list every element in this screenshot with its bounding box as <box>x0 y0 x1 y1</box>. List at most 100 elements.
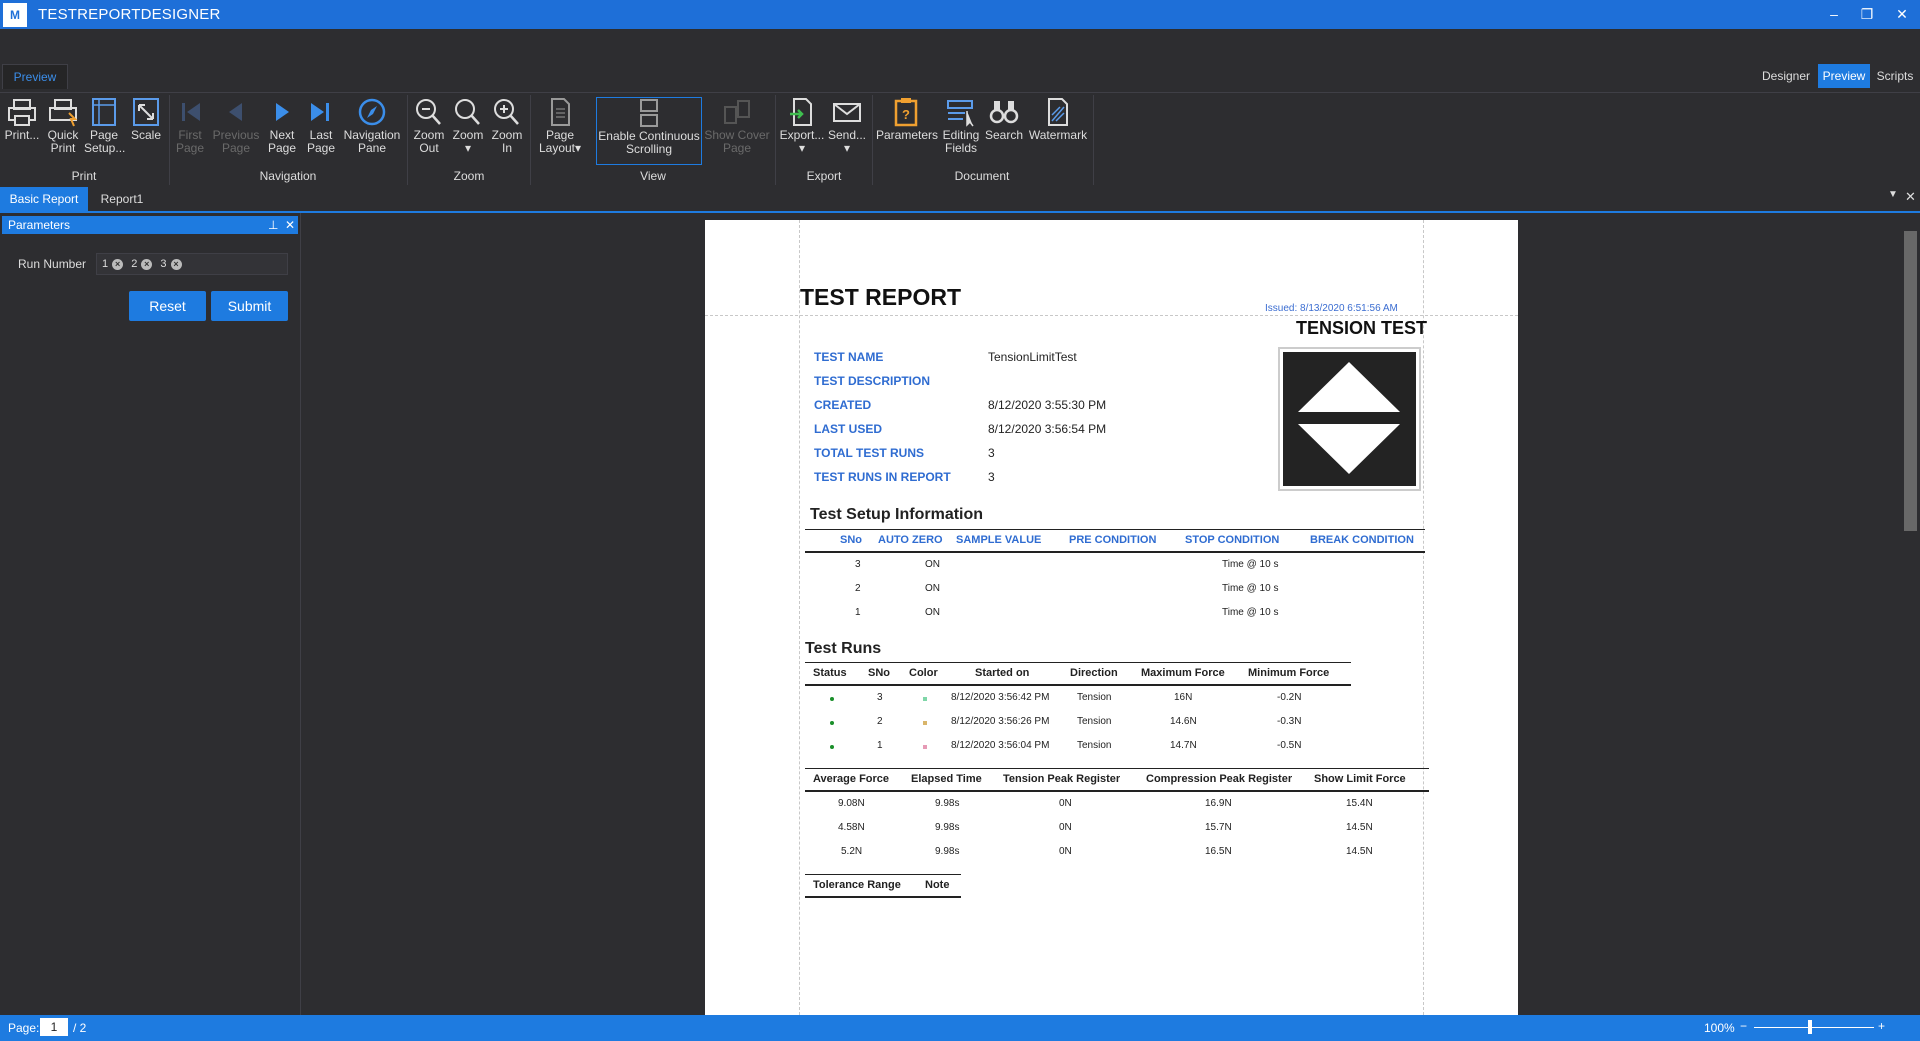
tab-list-chevron-icon[interactable]: ▼ <box>1888 189 1898 200</box>
table-cell: Tension <box>1077 716 1112 727</box>
first-page-button[interactable]: First Page <box>172 97 208 155</box>
submit-button[interactable]: Submit <box>211 291 288 321</box>
table-cell: 1 <box>855 607 861 618</box>
close-tab-icon[interactable]: ✕ <box>1905 189 1916 205</box>
print-button[interactable]: Print... <box>2 97 42 142</box>
status-bar: Page: 1 / 2 100% − + <box>0 1015 1920 1041</box>
table-cell: 3 <box>877 692 883 703</box>
group-print-label: Print <box>71 169 97 183</box>
runs-header: Color <box>909 667 938 679</box>
zoom-in-icon <box>494 99 519 125</box>
table-cell: 8/12/2020 3:56:04 PM <box>951 740 1050 751</box>
zoom-slider-thumb[interactable] <box>1808 1020 1812 1034</box>
runs-header: Maximum Force <box>1141 667 1225 679</box>
document-tab-bar: Basic Report Report1 ▼ ✕ <box>0 187 1920 213</box>
chevron-down-icon: ▾ <box>575 141 582 155</box>
clipboard-parameters-icon: ? <box>894 98 918 127</box>
last-page-icon <box>311 103 329 121</box>
tab-preview-left[interactable]: Preview <box>2 64 68 89</box>
enable-continuous-scrolling-button[interactable]: Enable Continuous Scrolling <box>596 97 702 165</box>
page-setup-button[interactable]: Page Setup... <box>84 97 125 155</box>
continuous-scroll-icon <box>640 99 658 127</box>
ribbon-separator <box>530 95 531 185</box>
run-number-token-input[interactable]: 1 × 2 × 3 × <box>96 253 288 275</box>
info-label: TEST DESCRIPTION <box>814 374 931 388</box>
close-button[interactable]: ✕ <box>1887 4 1917 24</box>
rule <box>805 768 1429 769</box>
restore-button[interactable]: ❐ <box>1852 4 1882 24</box>
scale-button[interactable]: Scale <box>126 97 166 142</box>
issued-date: Issued: 8/13/2020 6:51:56 AM <box>1265 303 1398 314</box>
group-zoom-label: Zoom <box>453 169 485 183</box>
runs-header: Status <box>813 667 847 679</box>
table-cell: Tension <box>1077 692 1112 703</box>
export-icon <box>790 98 812 126</box>
show-cover-page-button[interactable]: Show Cover Page <box>703 97 771 155</box>
parameters-panel-title: Parameters <box>8 218 71 232</box>
last-page-button[interactable]: Last Page <box>303 97 339 155</box>
parameters-panel-header: Parameters ⊥ ✕ <box>2 216 298 234</box>
reset-button[interactable]: Reset <box>129 291 206 321</box>
scale-icon <box>133 98 159 126</box>
page-layout-button[interactable]: Page Layout▾ <box>535 97 585 155</box>
table-cell: ON <box>925 583 940 594</box>
table-cell: 9.98s <box>935 798 960 809</box>
zoom-minus-icon[interactable]: − <box>1740 1019 1747 1033</box>
zoom-out-button[interactable]: Zoom Out <box>411 97 447 155</box>
run-token: 1 × <box>102 254 124 274</box>
zoom-slider[interactable] <box>1754 1027 1874 1028</box>
editing-fields-icon <box>947 100 974 127</box>
compass-icon <box>358 98 386 126</box>
rule <box>805 662 1351 663</box>
ribbon-tab-bar <box>0 29 1920 93</box>
export-button[interactable]: Export... ▾ <box>779 97 825 155</box>
next-page-button[interactable]: Next Page <box>264 97 300 155</box>
zoom-in-button[interactable]: Zoom In <box>489 97 525 155</box>
table-cell: ON <box>925 607 940 618</box>
app-title: TESTREPORTDESIGNER <box>38 6 221 23</box>
search-button[interactable]: Search <box>984 97 1024 142</box>
table-cell: Tension <box>1077 740 1112 751</box>
tab-designer[interactable]: Designer <box>1758 64 1814 88</box>
report-page: TEST REPORT Issued: 8/13/2020 6:51:56 AM… <box>705 220 1518 1015</box>
quick-printer-icon <box>49 99 78 127</box>
quick-print-button[interactable]: Quick Print <box>43 97 83 155</box>
rule <box>805 684 1351 686</box>
remove-token-icon[interactable]: × <box>112 259 124 270</box>
navigation-pane-button[interactable]: Navigation Pane <box>342 97 402 155</box>
cover-page-icon <box>724 100 750 124</box>
send-button[interactable]: Send... ▾ <box>825 97 869 155</box>
table-cell: 0N <box>1059 846 1072 857</box>
printer-icon <box>8 99 36 126</box>
doc-tab-basic-report[interactable]: Basic Report <box>0 187 88 211</box>
close-panel-icon[interactable]: ✕ <box>285 216 295 234</box>
zoom-dropdown-button[interactable]: Zoom ▾ <box>450 97 486 155</box>
zoom-plus-icon[interactable]: + <box>1878 1019 1885 1033</box>
info-label: TOTAL TEST RUNS <box>814 446 925 460</box>
page-number-input[interactable]: 1 <box>40 1018 68 1036</box>
tab-preview[interactable]: Preview <box>1818 64 1870 88</box>
run-color-swatch <box>923 745 927 749</box>
runs-header: Direction <box>1070 667 1118 679</box>
info-label: TEST NAME <box>814 350 884 364</box>
table-cell: 8/12/2020 3:56:42 PM <box>951 692 1050 703</box>
editing-fields-button[interactable]: Editing Fields <box>940 97 982 155</box>
watermark-button[interactable]: Watermark <box>1026 97 1090 142</box>
vertical-scrollbar[interactable] <box>1901 213 1920 1015</box>
minimize-button[interactable]: – <box>1819 4 1849 24</box>
watermark-icon <box>1048 98 1068 126</box>
tab-scripts[interactable]: Scripts <box>1872 64 1918 88</box>
doc-tab-report1[interactable]: Report1 <box>92 187 152 211</box>
pin-icon[interactable]: ⊥ <box>268 216 278 234</box>
scrollbar-thumb[interactable] <box>1904 231 1917 531</box>
table-cell: 2 <box>855 583 861 594</box>
remove-token-icon[interactable]: × <box>170 259 182 270</box>
parameters-button[interactable]: ? Parameters <box>876 97 938 142</box>
rule <box>805 551 1425 553</box>
binoculars-icon <box>989 101 1019 124</box>
chevron-down-icon: ▾ <box>464 141 472 155</box>
rule <box>805 790 1429 792</box>
remove-token-icon[interactable]: × <box>141 259 153 270</box>
previous-page-button[interactable]: Previous Page <box>212 97 260 155</box>
info-value: 8/12/2020 3:56:54 PM <box>988 422 1107 436</box>
